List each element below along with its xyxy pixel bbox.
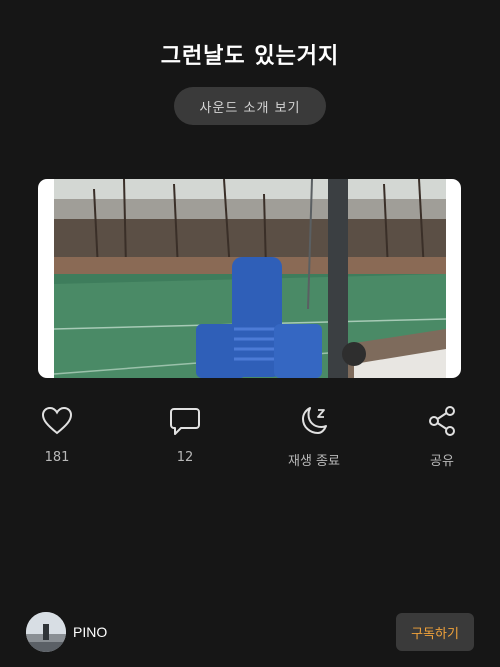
page-title: 그런날도 있는거지 (160, 44, 340, 69)
like-action[interactable]: 181 (17, 404, 97, 465)
sleep-timer-action[interactable]: 재생 종료 (274, 404, 354, 469)
sound-intro-button[interactable]: 사운드 소개 보기 (174, 87, 326, 125)
subscribe-button[interactable]: 구독하기 (396, 613, 474, 651)
share-label: 공유 (430, 454, 454, 469)
moon-z-icon[interactable] (274, 404, 354, 438)
share-icon[interactable] (402, 404, 482, 438)
photo-image (54, 179, 446, 378)
comment-action[interactable]: 12 (145, 404, 225, 465)
avatar[interactable] (26, 612, 66, 652)
speech-bubble-icon[interactable] (145, 404, 225, 438)
channel-name[interactable]: PINO (73, 624, 107, 640)
sleep-timer-label: 재생 종료 (288, 454, 340, 469)
share-action[interactable]: 공유 (402, 404, 482, 469)
comment-count: 12 (176, 450, 194, 465)
heart-icon[interactable] (17, 404, 97, 438)
cover-photo (38, 179, 461, 378)
like-count: 181 (44, 450, 70, 465)
